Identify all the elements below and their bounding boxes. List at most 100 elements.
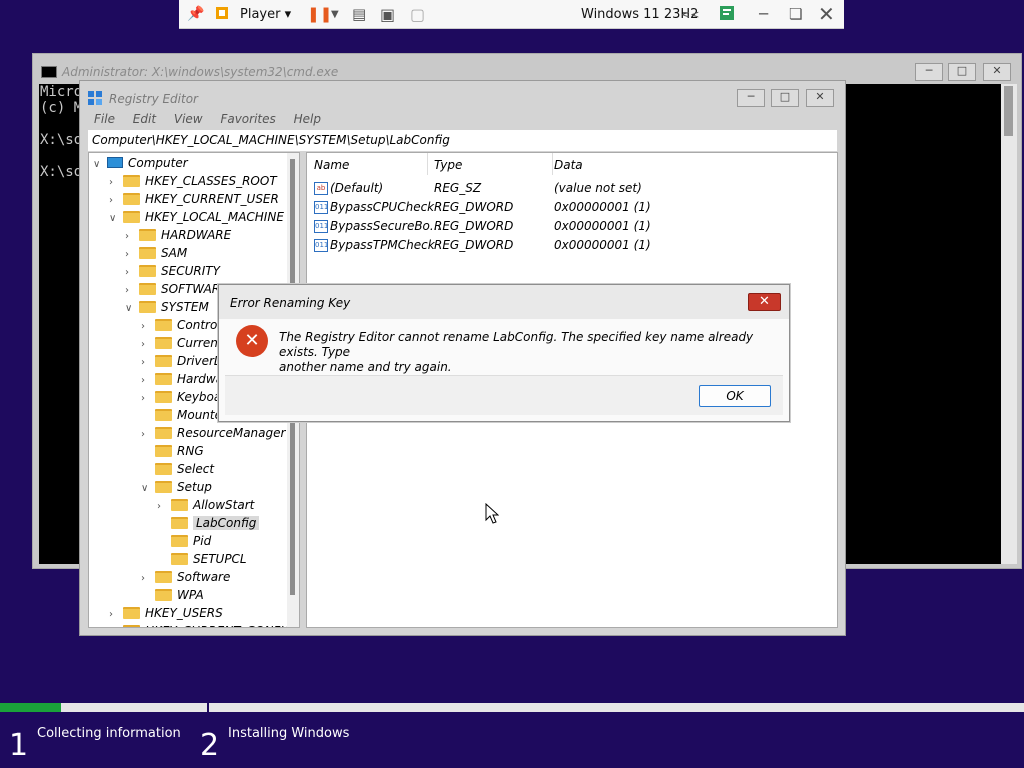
chevron-right-icon[interactable]: › xyxy=(109,624,123,627)
step-number: 1 xyxy=(9,728,29,763)
notes-icon[interactable] xyxy=(719,0,735,29)
chevron-down-icon[interactable]: ∨ xyxy=(141,480,155,498)
tree-item[interactable]: ∨ HKEY_LOCAL_MACHINE xyxy=(109,208,284,226)
progress-divider xyxy=(207,703,209,715)
chevron-down-icon[interactable]: ∨ xyxy=(93,156,107,174)
tree-item[interactable]: › ResourceManager xyxy=(141,424,285,442)
dialog-message: The Registry Editor cannot rename LabCon… xyxy=(279,330,779,375)
vm-toolbar: 📌 Player ▾ ❚❚ ▼ ▤ ▣ ▢ Windows 11 23H2 <<… xyxy=(179,0,844,29)
cmd-scrollbar[interactable] xyxy=(1001,84,1017,564)
tree-item[interactable]: Pid xyxy=(157,532,211,550)
column-header-name[interactable]: Name xyxy=(314,158,349,172)
tree-item[interactable]: › SECURITY xyxy=(125,262,220,280)
value-type: REG_SZ xyxy=(434,181,482,195)
menu-help[interactable]: Help xyxy=(294,112,321,126)
tree-item-label: AllowStart xyxy=(193,498,255,512)
value-row[interactable]: 011 BypassSecureBo... REG_DWORD 0x00000001 … xyxy=(307,218,837,237)
tree-item[interactable]: › Hardwa xyxy=(141,370,223,388)
folder-icon xyxy=(155,337,172,349)
value-type: REG_DWORD xyxy=(434,238,514,252)
dialog-titlebar[interactable]: Error Renaming Key ✕ xyxy=(219,285,789,319)
tree-item[interactable]: › DriverD xyxy=(141,352,223,370)
tree-item[interactable]: › AllowStart xyxy=(157,496,254,514)
tree-item[interactable]: RNG xyxy=(141,442,204,460)
tree-item[interactable]: SETUPCL xyxy=(157,550,247,568)
chevron-down-icon[interactable]: ∨ xyxy=(125,300,139,318)
value-data: (value not set) xyxy=(554,181,642,195)
tree-item[interactable]: › Keyboar xyxy=(141,388,226,406)
tree-item-label: HKEY_CLASSES_ROOT xyxy=(145,174,277,188)
unity-icon[interactable]: ▢ xyxy=(410,0,425,29)
folder-icon xyxy=(139,229,156,241)
regedit-maximize-button[interactable]: □ xyxy=(771,89,799,107)
tree-item[interactable]: › HARDWARE xyxy=(125,226,231,244)
cmd-maximize-button[interactable]: □ xyxy=(948,63,976,81)
minimize-icon[interactable]: ─ xyxy=(759,0,768,29)
menu-file[interactable]: File xyxy=(94,112,115,126)
string-value-icon: ab xyxy=(314,182,328,195)
tree-item[interactable]: LabConfig xyxy=(157,514,260,532)
chevron-down-icon[interactable]: ∨ xyxy=(109,210,123,228)
devices-icon[interactable]: ▤ xyxy=(352,0,366,29)
tree-item[interactable]: ∨ SYSTEM xyxy=(125,298,209,316)
address-bar[interactable]: Computer\HKEY_LOCAL_MACHINE\SYSTEM\Setup… xyxy=(88,130,837,151)
value-row[interactable]: ab (Default) REG_SZ (value not set) xyxy=(307,180,837,199)
tree-item-label: SECURITY xyxy=(161,264,220,278)
pause-icon[interactable]: ❚❚ xyxy=(307,0,332,29)
tree-item[interactable]: › HKEY_USERS xyxy=(109,604,223,622)
tree-item-label: Pid xyxy=(193,534,212,548)
menu-edit[interactable]: Edit xyxy=(133,112,156,126)
tree-item-label: Current xyxy=(177,336,223,350)
tree-item[interactable]: › SAM xyxy=(125,244,187,262)
dialog-close-button[interactable]: ✕ xyxy=(748,293,781,311)
dialog-message-line: another name and try again. xyxy=(279,360,452,374)
tree-item[interactable]: ∨ Setup xyxy=(141,478,212,496)
pin-icon[interactable]: 📌 xyxy=(187,0,204,29)
value-name: BypassSecureBo... xyxy=(330,219,442,233)
player-menu-button[interactable]: Player ▾ xyxy=(240,0,291,29)
tree-item[interactable]: WPA xyxy=(141,586,204,604)
tree-item[interactable]: › SOFTWARE xyxy=(125,280,228,298)
tree-item-label: Software xyxy=(177,570,231,584)
menu-view[interactable]: View xyxy=(174,112,203,126)
regedit-titlebar[interactable]: Registry Editor ─ □ ✕ xyxy=(80,81,845,113)
tree-item[interactable]: › ControlS xyxy=(141,316,228,334)
tree-item[interactable]: ∨ Computer xyxy=(93,154,188,172)
error-dialog[interactable]: Error Renaming Key ✕ ✕ The Registry Edit… xyxy=(218,284,790,422)
column-header-data[interactable]: Data xyxy=(554,158,583,172)
close-icon[interactable]: ✕ xyxy=(818,0,835,29)
error-icon: ✕ xyxy=(236,325,268,357)
cmd-minimize-button[interactable]: ─ xyxy=(915,63,943,81)
step-label: Collecting information xyxy=(37,726,181,741)
menu-favorites[interactable]: Favorites xyxy=(220,112,275,126)
tree-item-label: WPA xyxy=(177,588,204,602)
setup-progress-fill xyxy=(0,703,62,712)
tree-item-label: HKEY_USERS xyxy=(145,606,223,620)
value-data: 0x00000001 (1) xyxy=(554,200,651,214)
folder-icon xyxy=(155,355,172,367)
tree-item[interactable]: › HKEY_CURRENT_CONFIG xyxy=(109,622,293,627)
tree-item[interactable]: Select xyxy=(141,460,214,478)
tree-item-label: HKEY_LOCAL_MACHINE xyxy=(145,210,284,224)
collapse-toolbar-button[interactable]: << xyxy=(681,0,699,29)
pause-dropdown-icon[interactable]: ▼ xyxy=(331,0,339,29)
folder-icon xyxy=(139,301,156,313)
cmd-scroll-thumb[interactable] xyxy=(1004,86,1013,136)
tree-item[interactable]: › Current xyxy=(141,334,223,352)
column-header-type[interactable]: Type xyxy=(434,158,462,172)
regedit-minimize-button[interactable]: ─ xyxy=(737,89,765,107)
fullscreen-icon[interactable]: ▣ xyxy=(380,0,395,29)
cmd-close-button[interactable]: ✕ xyxy=(983,63,1011,81)
tree-item[interactable]: Mounte xyxy=(141,406,222,424)
restore-icon[interactable]: ❏ xyxy=(789,0,802,29)
cmd-title: Administrator: X:\windows\system32\cmd.e… xyxy=(62,65,339,79)
tree-item[interactable]: › Software xyxy=(141,568,230,586)
tree-item[interactable]: › HKEY_CLASSES_ROOT xyxy=(109,172,277,190)
folder-icon xyxy=(123,175,140,187)
value-row[interactable]: 011 BypassCPUCheck REG_DWORD 0x00000001 (1) xyxy=(307,199,837,218)
tree-item[interactable]: › HKEY_CURRENT_USER xyxy=(109,190,279,208)
value-row[interactable]: 011 BypassTPMCheck REG_DWORD 0x00000001 (1) xyxy=(307,237,837,256)
regedit-close-button[interactable]: ✕ xyxy=(806,89,834,107)
ok-button[interactable]: OK xyxy=(699,385,771,407)
value-data: 0x00000001 (1) xyxy=(554,219,651,233)
